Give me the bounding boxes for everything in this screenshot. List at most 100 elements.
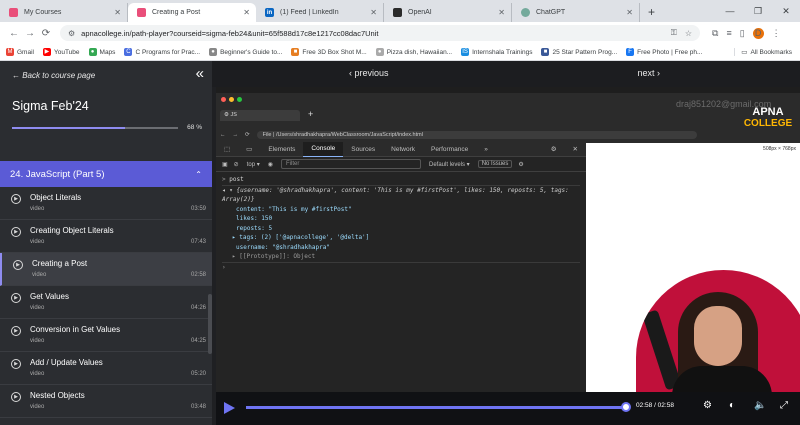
site-info-icon[interactable]: ⚙	[68, 29, 75, 38]
console-prop-reposts: reposts: 5	[236, 224, 273, 232]
menu-icon[interactable]: ⋮	[772, 28, 781, 39]
bookmark-gmail[interactable]: M Gmail	[6, 48, 34, 56]
list-item[interactable]: ▶ Get Values video 04:26	[0, 286, 212, 319]
course-sidebar: ← Back to course page « Sigma Feb'24 68 …	[0, 61, 212, 425]
list-item[interactable]: ▶ Creating Object Literals video 07:43	[0, 220, 212, 253]
video-frame[interactable]: ⚙ JS + ← → ⟳ File | /Users/shradhakhapra…	[216, 87, 800, 392]
tab-linkedin[interactable]: in (1) Feed | LinkedIn ✕	[256, 3, 384, 22]
video-new-tab-icon: +	[308, 109, 314, 119]
section-header[interactable]: 24. JavaScript (Part 5) ⌃	[0, 161, 212, 187]
star-icon[interactable]: ☆	[685, 29, 692, 38]
list-item[interactable]: ▶ Nested Objects video 03:48	[0, 385, 212, 418]
back-arrow-icon[interactable]: ←	[6, 28, 22, 39]
minimize-icon[interactable]: —	[716, 0, 744, 22]
new-tab-button[interactable]: +	[640, 3, 663, 22]
avatar[interactable]: D	[752, 27, 764, 39]
site-icon: ●	[209, 48, 218, 56]
video-file-label: File	[262, 131, 272, 138]
extensions-icon[interactable]: ⧉	[712, 28, 718, 39]
bookmark-c-programs[interactable]: CC Programs for Prac...	[124, 48, 200, 56]
lesson-title: Add / Update Values	[30, 358, 103, 367]
close-window-icon[interactable]: ✕	[772, 0, 800, 22]
bookmark-free-photo[interactable]: F Free Photo | Free ph...	[626, 48, 702, 56]
play-icon[interactable]	[224, 402, 235, 414]
bookmark-internshala[interactable]: IS Internshala Trainings	[461, 48, 532, 56]
lesson-duration: 04:26	[190, 305, 206, 311]
play-circle-icon: ▶	[11, 194, 21, 204]
clear-console-icon: ⊘	[233, 161, 239, 168]
back-to-course-link[interactable]: ← Back to course page	[12, 71, 95, 80]
address-url: apnacollege.in/path-player?courseid=sigm…	[81, 28, 379, 38]
previous-button[interactable]: ‹ previous	[349, 68, 389, 78]
console-prop-prototype: ▸ [[Prototype]]: Object	[222, 252, 580, 263]
list-item[interactable]: ▶ Conversion in Get Values video 04:25	[0, 319, 212, 352]
side-panel-icon[interactable]: ▯	[740, 28, 745, 39]
browser-tab-strip: My Courses ✕ Creating a Post ✕ in (1) Fe…	[0, 0, 800, 22]
course-progress-label: 68 %	[187, 124, 202, 131]
devtools-tab-performance: Performance	[430, 145, 469, 153]
seek-bar[interactable]	[246, 406, 626, 409]
inspect-icon: ⬚	[224, 145, 231, 153]
collapse-sidebar-icon[interactable]: «	[196, 65, 204, 82]
close-icon[interactable]: ✕	[243, 8, 250, 17]
chevron-up-icon[interactable]: ⌃	[195, 170, 202, 179]
tab-openai[interactable]: OpenAI ✕	[384, 3, 512, 22]
close-icon[interactable]: ✕	[498, 8, 505, 17]
bookmark-youtube[interactable]: ▶ YouTube	[42, 48, 80, 56]
bookmark-maps[interactable]: ● Maps	[88, 48, 116, 56]
maximize-icon[interactable]: ❐	[744, 0, 772, 22]
console-toolbar: ▣ ⊘ top ▾ ◉ Filter Default levels ▾ No I…	[216, 157, 586, 172]
sidebar-scrollbar[interactable]	[208, 294, 212, 354]
internshala-icon: IS	[461, 48, 470, 56]
seek-bar-fill	[246, 406, 626, 409]
bookmark-star-pattern[interactable]: ■ 25 Star Pattern Prog...	[541, 48, 617, 56]
key-icon[interactable]: ⚿	[671, 28, 677, 38]
list-item[interactable]: ▶ Add / Update Values video 05:20	[0, 352, 212, 385]
bookmark-label: YouTube	[53, 48, 80, 56]
play-circle-icon: ▶	[11, 227, 21, 237]
close-icon[interactable]: ✕	[626, 8, 633, 17]
console-proto-text: [[Prototype]]: Object	[239, 253, 316, 260]
bookmark-beginners-guide[interactable]: ● Beginner's Guide to...	[209, 48, 282, 56]
close-icon[interactable]: ✕	[114, 8, 121, 17]
fullscreen-icon[interactable]: ⤢	[780, 400, 788, 411]
video-tab-title: JS	[230, 112, 237, 118]
maximize-dot-icon	[237, 97, 242, 102]
instructor-body-shape	[672, 366, 772, 392]
instructor-face-shape	[694, 306, 742, 366]
close-icon[interactable]: ✕	[370, 8, 377, 17]
play-circle-icon: ▶	[11, 293, 21, 303]
bookmark-label: Beginner's Guide to...	[220, 48, 283, 56]
forward-arrow-icon[interactable]: →	[22, 28, 38, 39]
bookmark-label: Free 3D Box Shot M...	[302, 48, 367, 56]
site-icon: F	[626, 48, 635, 56]
log-levels: Default levels ▾	[428, 161, 470, 168]
tab-title: ChatGPT	[536, 9, 566, 16]
tab-search-icon[interactable]: ≡	[726, 28, 731, 38]
video-browser-chrome: ⚙ JS + ← → ⟳ File | /Users/shradhakhapra…	[216, 93, 800, 143]
captions-toggle-icon[interactable]: ◐	[729, 400, 735, 411]
seek-handle[interactable]	[621, 402, 631, 412]
bookmark-pizza[interactable]: ● Pizza dish, Hawaiian...	[375, 48, 452, 56]
list-item-active[interactable]: ▶ Creating a Post video 02:58	[0, 253, 212, 286]
tab-creating-a-post[interactable]: Creating a Post ✕	[128, 3, 256, 22]
settings-gear-icon[interactable]: ⚙	[703, 400, 712, 411]
list-item[interactable]: ▶ Object Literals video 03:59	[0, 187, 212, 220]
all-bookmarks[interactable]: ▭ All Bookmarks	[734, 48, 792, 56]
bookmark-3d-box[interactable]: ■ Free 3D Box Shot M...	[291, 48, 367, 56]
bookmark-label: 25 Star Pattern Prog...	[552, 48, 618, 56]
tab-chatgpt[interactable]: ChatGPT ✕	[512, 3, 640, 22]
bookmark-label: Maps	[99, 48, 116, 56]
tab-title: Creating a Post	[152, 9, 201, 16]
reload-icon[interactable]: ⟳	[38, 28, 54, 39]
tab-my-courses[interactable]: My Courses ✕	[0, 3, 128, 22]
microphone-shape	[642, 309, 682, 391]
brand-top: APNA	[752, 106, 784, 118]
volume-icon[interactable]: 🔈	[754, 400, 766, 411]
address-bar[interactable]: ⚙ apnacollege.in/path-player?courseid=si…	[60, 25, 700, 41]
bookmark-label: Internshala Trainings	[472, 48, 533, 56]
close-icon: ✕	[572, 145, 578, 153]
next-button[interactable]: next ›	[637, 68, 660, 78]
chatgpt-icon	[521, 8, 530, 17]
lesson-duration: 03:48	[190, 404, 206, 410]
